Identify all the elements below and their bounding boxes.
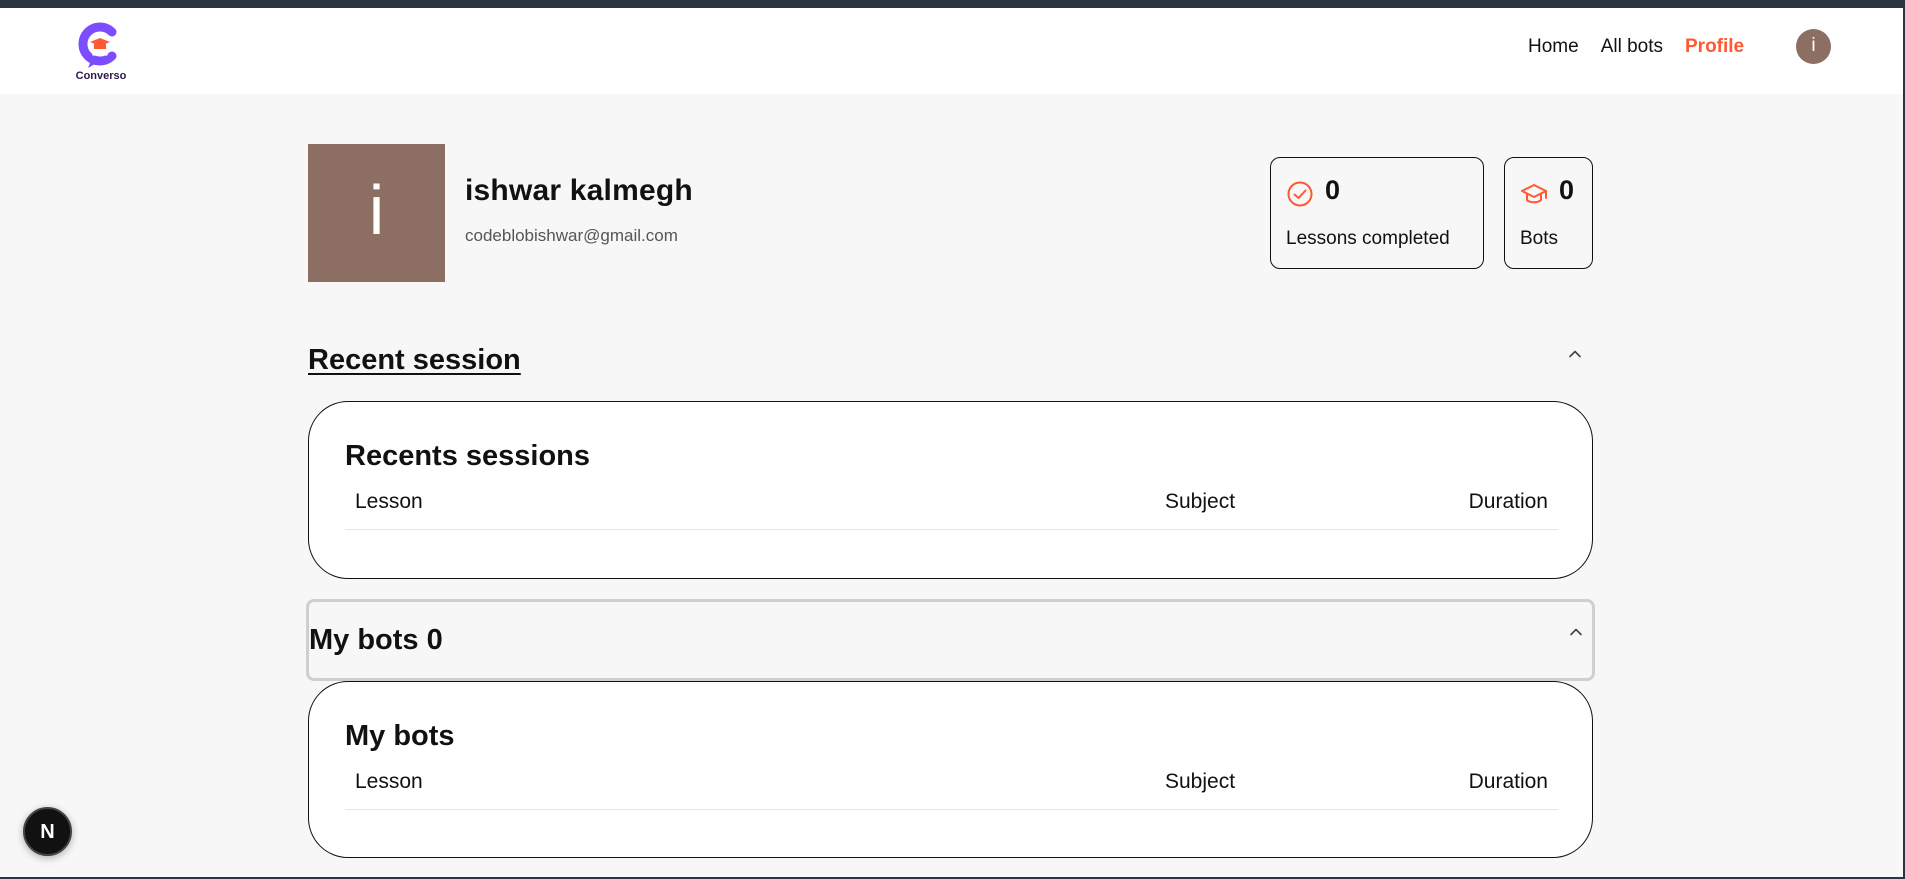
- profile-avatar: i: [308, 144, 445, 282]
- navbar: Converso Home All bots Profile i: [0, 8, 1905, 94]
- my-bots-table-card: My bots Lesson Subject Duration: [308, 681, 1593, 858]
- nav-home-link[interactable]: Home: [1528, 36, 1579, 58]
- my-bots-heading: My bots 0: [309, 624, 443, 656]
- user-avatar-button[interactable]: i: [1796, 29, 1831, 64]
- converso-logo[interactable]: Converso: [70, 20, 130, 82]
- recent-sessions-title: Recents sessions: [345, 440, 591, 472]
- column-header-subject: Subject: [1165, 490, 1236, 513]
- profile-email: codeblobishwar@gmail.com: [465, 226, 678, 245]
- bots-label: Bots: [1520, 228, 1559, 249]
- column-header-lesson: Lesson: [355, 770, 423, 793]
- lessons-completed-count: 0: [1325, 175, 1341, 205]
- table-header-row: Lesson Subject Duration: [345, 490, 1558, 530]
- bots-stat-card: 0 Bots: [1504, 157, 1593, 269]
- nav-links: Home All bots Profile: [1528, 36, 1744, 58]
- graduation-cap-icon: [1521, 184, 1547, 204]
- column-header-duration: Duration: [1468, 490, 1548, 513]
- window-top-border: [0, 0, 1905, 8]
- my-bots-title: My bots: [345, 720, 455, 752]
- chevron-up-icon: [1569, 350, 1581, 358]
- recent-session-accordion-toggle[interactable]: Recent session: [308, 342, 1593, 382]
- nextjs-dev-tools-button[interactable]: N: [23, 807, 72, 856]
- table-header-row: Lesson Subject Duration: [345, 770, 1558, 810]
- column-header-lesson: Lesson: [355, 490, 423, 513]
- profile-name: ishwar kalmegh: [465, 174, 693, 207]
- recent-session-heading: Recent session: [308, 344, 521, 376]
- my-bots-accordion-toggle[interactable]: My bots 0: [306, 599, 1595, 681]
- nav-all-bots-link[interactable]: All bots: [1601, 36, 1663, 58]
- column-header-duration: Duration: [1468, 770, 1548, 793]
- check-circle-icon: [1287, 181, 1313, 207]
- bots-count: 0: [1559, 175, 1575, 205]
- nav-profile-link[interactable]: Profile: [1685, 36, 1744, 58]
- converso-logo-icon: [78, 22, 117, 68]
- lessons-completed-stat-card: 0 Lessons completed: [1270, 157, 1484, 269]
- lessons-completed-label: Lessons completed: [1286, 228, 1450, 249]
- recent-sessions-table-card: Recents sessions Lesson Subject Duration: [308, 401, 1593, 579]
- logo-wordmark: Converso: [75, 70, 127, 82]
- chevron-up-icon: [1570, 628, 1582, 636]
- column-header-subject: Subject: [1165, 770, 1236, 793]
